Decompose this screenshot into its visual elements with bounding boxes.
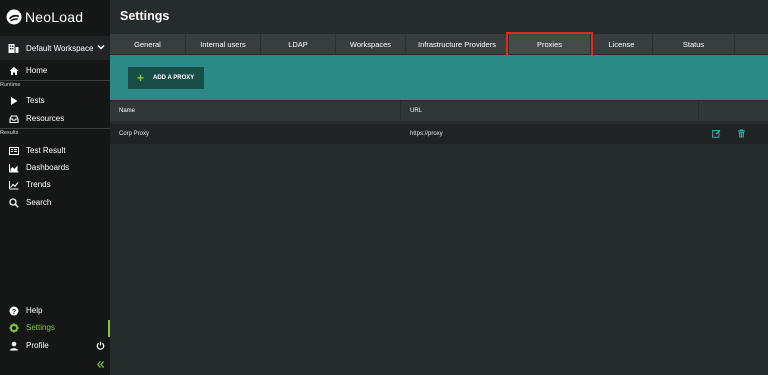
tab-proxies[interactable]: Proxies bbox=[509, 34, 591, 54]
play-icon bbox=[9, 96, 19, 106]
dashboard-icon bbox=[9, 163, 19, 173]
test-result-icon bbox=[9, 146, 19, 156]
sidebar-item-help[interactable]: ? Help bbox=[0, 303, 110, 318]
section-label-results: Results bbox=[0, 130, 19, 136]
app-name: NeoLoad bbox=[25, 9, 84, 25]
workspace-icon bbox=[8, 43, 19, 53]
double-chevron-left-icon[interactable] bbox=[96, 360, 105, 369]
user-icon bbox=[9, 341, 19, 351]
column-header-url[interactable]: URL bbox=[410, 101, 422, 121]
svg-text:?: ? bbox=[12, 308, 16, 315]
neoload-logo-icon bbox=[6, 9, 22, 25]
plus-icon: + bbox=[137, 71, 145, 85]
section-label-runtime: Runtime bbox=[0, 82, 21, 88]
trends-icon bbox=[9, 180, 19, 190]
sidebar-item-trends[interactable]: Trends bbox=[0, 177, 110, 192]
resources-icon bbox=[9, 114, 19, 124]
tab-internal-users[interactable]: Internal users bbox=[186, 34, 261, 54]
sidebar-item-label: Dashboards bbox=[26, 163, 70, 172]
help-icon: ? bbox=[9, 306, 19, 316]
settings-tabs: General Internal users LDAP Workspaces I… bbox=[110, 34, 768, 54]
sidebar-item-profile[interactable]: Profile bbox=[0, 338, 110, 353]
tab-workspaces[interactable]: Workspaces bbox=[336, 34, 406, 54]
divider bbox=[0, 128, 110, 129]
power-icon[interactable] bbox=[96, 341, 105, 350]
sidebar-item-label: Settings bbox=[26, 323, 55, 332]
column-divider[interactable] bbox=[698, 101, 699, 121]
proxy-name: Corp Proxy bbox=[119, 131, 150, 137]
app-logo[interactable]: NeoLoad bbox=[6, 8, 83, 26]
workspace-selector[interactable]: Default Workspace bbox=[0, 36, 110, 60]
table-header: Name URL bbox=[110, 101, 768, 121]
sidebar-item-label: Help bbox=[26, 306, 43, 315]
sidebar-item-label: Search bbox=[26, 198, 52, 207]
tab-general[interactable]: General bbox=[110, 34, 186, 54]
sidebar-item-dashboards[interactable]: Dashboards bbox=[0, 160, 110, 175]
trash-icon[interactable] bbox=[737, 129, 746, 138]
proxy-url: https://proxy bbox=[410, 131, 443, 137]
sidebar-item-tests[interactable]: Tests bbox=[0, 93, 110, 108]
gear-icon bbox=[9, 322, 19, 333]
page-title: Settings bbox=[120, 9, 170, 23]
column-header-name[interactable]: Name bbox=[119, 101, 135, 121]
sidebar-item-settings[interactable]: Settings bbox=[0, 320, 110, 335]
toolbar bbox=[110, 55, 768, 100]
divider bbox=[0, 80, 110, 81]
sidebar-item-label: Tests bbox=[26, 96, 45, 105]
sidebar-item-label: Test Result bbox=[26, 146, 66, 155]
sidebar-item-label: Profile bbox=[26, 341, 49, 350]
home-icon bbox=[9, 66, 19, 76]
sidebar-item-resources[interactable]: Resources bbox=[0, 111, 110, 126]
workspace-name: Default Workspace bbox=[26, 43, 94, 53]
search-icon bbox=[9, 197, 19, 208]
sidebar-item-test-result[interactable]: Test Result bbox=[0, 143, 110, 158]
table-row[interactable]: Corp Proxy https://proxy bbox=[110, 124, 768, 144]
chevron-down-icon[interactable] bbox=[97, 43, 105, 51]
sidebar-item-label: Trends bbox=[26, 180, 51, 189]
tab-license[interactable]: License bbox=[591, 34, 653, 54]
column-divider[interactable] bbox=[400, 101, 401, 121]
sidebar: NeoLoad Default Workspace Home Runtime T… bbox=[0, 0, 110, 375]
sidebar-item-home[interactable]: Home bbox=[0, 63, 110, 78]
edit-icon[interactable] bbox=[712, 129, 721, 138]
add-proxy-button[interactable]: + ADD A PROXY bbox=[128, 67, 204, 89]
tab-status[interactable]: Status bbox=[653, 34, 735, 54]
sidebar-item-label: Home bbox=[26, 66, 48, 75]
active-indicator bbox=[108, 320, 110, 337]
sidebar-item-search[interactable]: Search bbox=[0, 195, 110, 210]
sidebar-item-label: Resources bbox=[26, 114, 65, 123]
tab-infrastructure-providers[interactable]: Infrastructure Providers bbox=[406, 34, 509, 54]
add-proxy-label: ADD A PROXY bbox=[153, 75, 195, 81]
tab-ldap[interactable]: LDAP bbox=[261, 34, 336, 54]
